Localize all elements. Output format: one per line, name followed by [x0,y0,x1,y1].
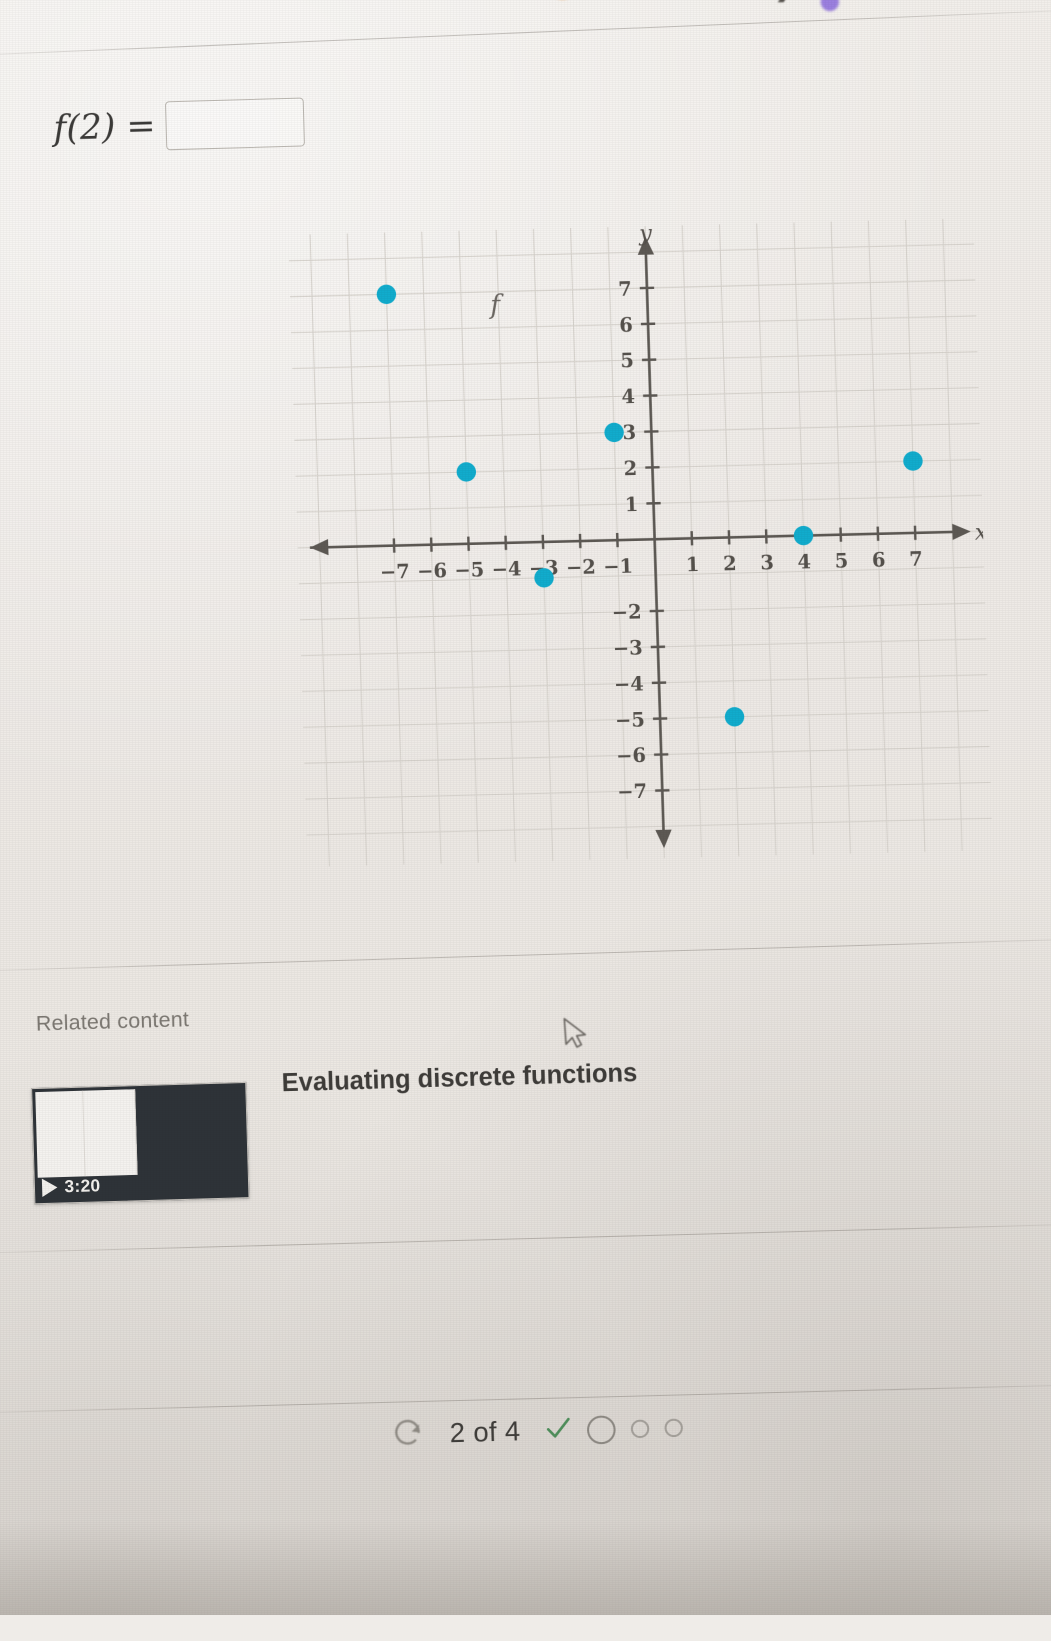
svg-text:3: 3 [622,421,636,444]
svg-text:2: 2 [723,552,737,575]
energy-dot-icon [821,0,840,11]
streak-count: 2 [586,0,602,2]
function-name-label: f [488,289,505,320]
data-point [903,451,923,471]
svg-text:6: 6 [872,548,886,571]
progress-upcoming-icon-2 [664,1418,683,1437]
progress-indicators [544,1412,682,1445]
svg-text:3: 3 [760,551,774,574]
divider-below-related [0,1224,1051,1254]
data-point [456,462,476,482]
progress-upcoming-icon-1 [630,1419,649,1438]
question-prompt: f(2) = [53,98,305,154]
svg-text:−4: −4 [491,557,521,581]
y-axis-label: y [638,220,653,246]
data-point [725,707,745,727]
photo-bottom-edge [0,1520,1051,1615]
svg-text:−7: −7 [380,560,410,584]
data-point [376,284,396,304]
svg-text:−2: −2 [611,600,641,624]
streak-label: streak [631,0,691,1]
svg-text:−6: −6 [417,559,447,583]
related-content-heading: Related content [36,1008,190,1037]
mouse-cursor [562,1016,591,1057]
data-point [794,526,814,546]
graph-svg: −7−6−5−4−3−2−112345677654321−2−3−4−5−6−7… [288,218,993,867]
video-duration: 3:20 [64,1176,101,1197]
svg-text:−5: −5 [615,708,645,732]
svg-text:−7: −7 [617,780,647,804]
function-expression: f(2) = [53,106,156,150]
thumbnail-footer: 3:20 [35,1166,250,1203]
related-video-title[interactable]: Evaluating discrete functions [281,1059,637,1099]
x-axis-label: x [974,519,988,545]
svg-text:−1: −1 [603,554,633,578]
svg-text:−4: −4 [614,672,644,696]
data-point [604,423,624,443]
answer-input[interactable] [165,98,305,151]
thumbnail-preview [35,1089,137,1178]
svg-text:−5: −5 [454,558,484,582]
progress-correct-icon [544,1415,571,1445]
svg-text:6: 6 [619,313,633,336]
svg-text:−3: −3 [613,636,643,660]
svg-text:1: 1 [624,493,638,516]
svg-text:4: 4 [621,385,635,408]
divider-related [0,939,1051,972]
video-thumbnail[interactable]: 3:20 [31,1082,249,1204]
screen-content: 2 streak ❯ level 7 f(2) = −7−6−5−4−3−2−1… [0,0,1051,1641]
svg-text:−6: −6 [616,744,646,768]
svg-text:4: 4 [797,550,811,573]
progress-current-icon [586,1415,615,1444]
chevron-right-icon[interactable]: ❯ [773,0,796,3]
svg-text:−2: −2 [566,555,596,579]
play-icon[interactable] [42,1178,58,1197]
question-counter: 2 of 4 [449,1416,521,1450]
restart-icon[interactable] [390,1414,426,1455]
coordinate-plane-graph: −7−6−5−4−3−2−112345677654321−2−3−4−5−6−7… [288,218,993,867]
svg-text:5: 5 [834,549,848,572]
svg-text:7: 7 [618,277,632,300]
svg-text:5: 5 [620,349,634,372]
svg-text:1: 1 [686,553,700,576]
svg-text:2: 2 [623,457,637,480]
svg-text:7: 7 [909,547,923,570]
